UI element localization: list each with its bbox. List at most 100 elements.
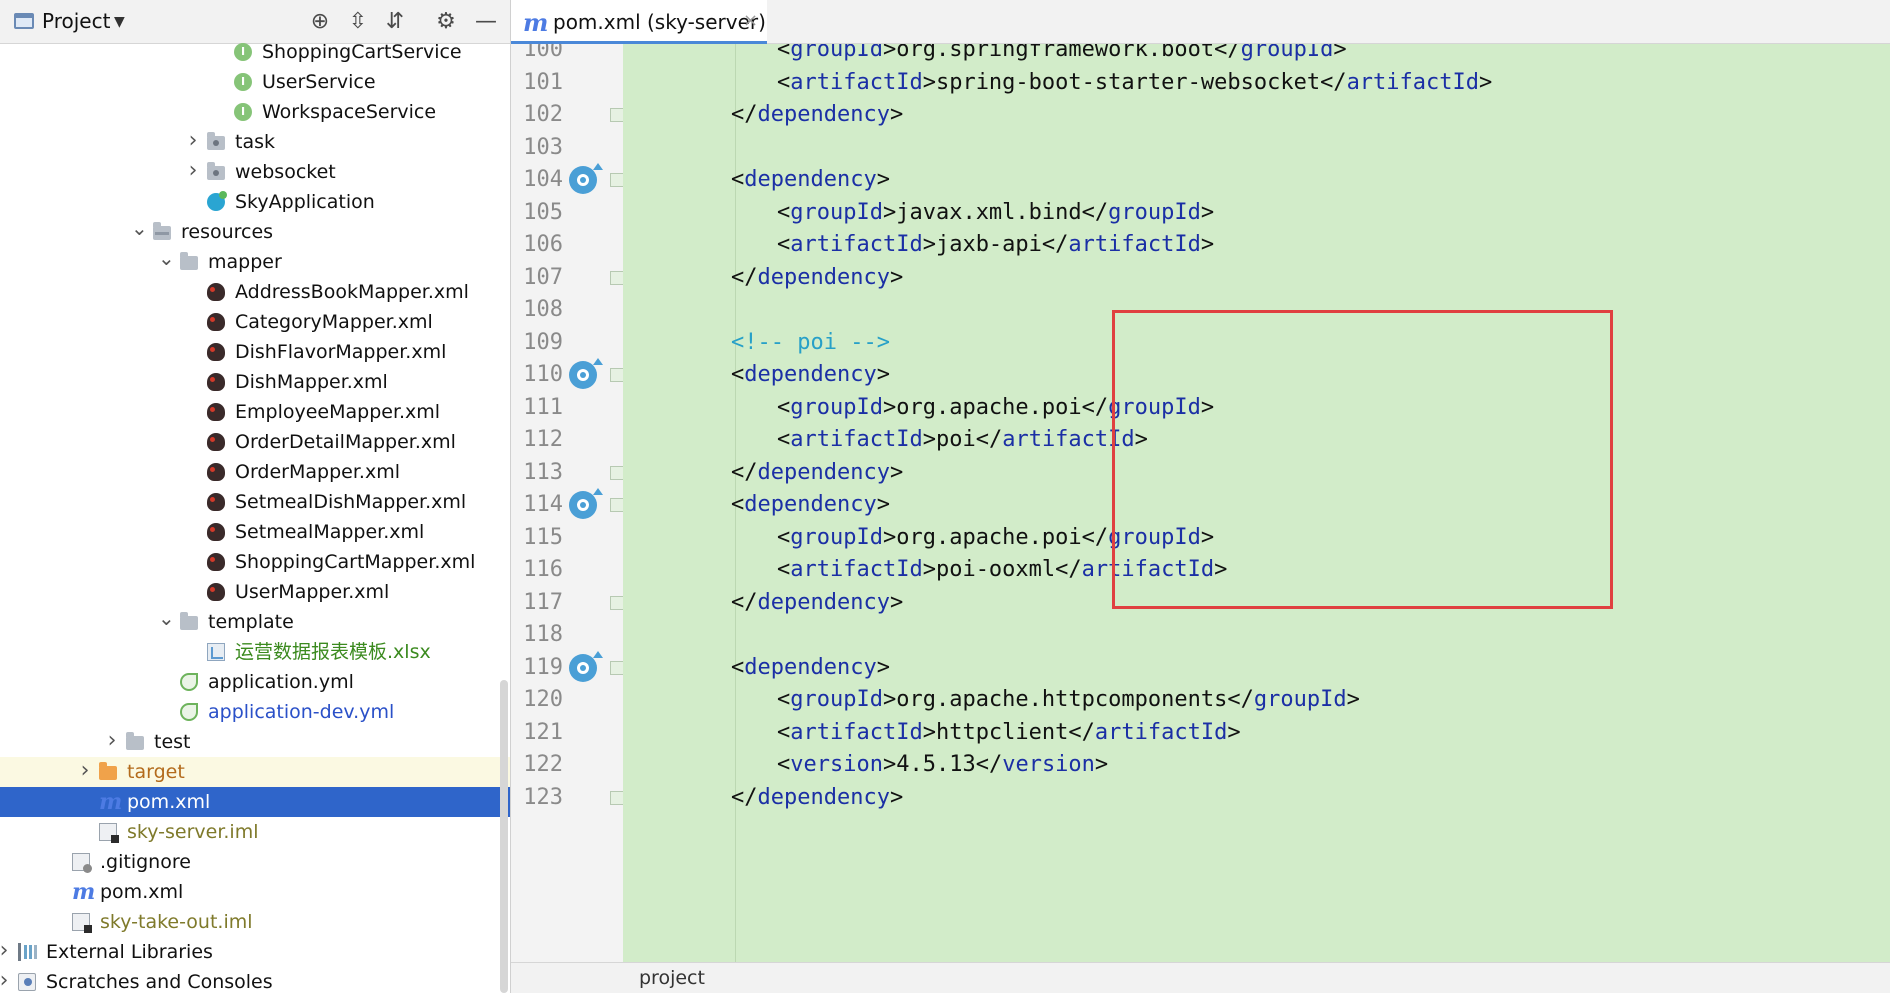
- tree-item[interactable]: › target: [0, 757, 510, 787]
- iml-file-icon: [72, 913, 92, 933]
- tree-item-label: resources: [181, 221, 274, 243]
- bracket: >: [889, 589, 904, 615]
- tree-item[interactable]: I ShoppingCartService: [0, 37, 510, 67]
- chevron-down-icon[interactable]: ⌄: [158, 247, 175, 269]
- tree-item[interactable]: › External Libraries: [0, 937, 510, 967]
- tree-item-label: SkyApplication: [235, 191, 375, 213]
- tree-item-label: .gitignore: [100, 851, 191, 873]
- tree-item[interactable]: sky-server.iml: [0, 817, 510, 847]
- code-editor[interactable]: <groupId>org.springframework.boot</group…: [623, 44, 1890, 962]
- tree-item-label: DishMapper.xml: [235, 371, 388, 393]
- tree-item-label: application-dev.yml: [208, 701, 395, 723]
- bracket: >: [882, 394, 897, 420]
- xml-tag: version: [1002, 752, 1095, 777]
- folder-icon: [126, 732, 144, 750]
- xml-tag: artifactId: [790, 232, 923, 257]
- tree-item-label: 运营数据报表模板.xlsx: [235, 641, 431, 663]
- tree-item[interactable]: 运营数据报表模板.xlsx: [0, 637, 510, 667]
- tree-item[interactable]: ⌄ resources: [0, 217, 510, 247]
- close-icon[interactable]: ×: [743, 10, 758, 31]
- fold-marker-icon[interactable]: [610, 368, 623, 382]
- tree-item[interactable]: UserMapper.xml: [0, 577, 510, 607]
- arrow-up-icon: [593, 650, 603, 658]
- maven-dependency-icon[interactable]: [569, 491, 597, 519]
- mybatis-xml-icon: [207, 463, 225, 481]
- bracket: >: [889, 459, 904, 485]
- minimize-icon[interactable]: —: [472, 8, 500, 36]
- tree-item[interactable]: SetmealDishMapper.xml: [0, 487, 510, 517]
- bracket: </: [975, 427, 1003, 452]
- tree-item[interactable]: › websocket: [0, 157, 510, 187]
- xml-tag: groupId: [790, 199, 883, 225]
- tree-item[interactable]: I UserService: [0, 67, 510, 97]
- bracket: <: [777, 69, 791, 95]
- chevron-right-icon[interactable]: ›: [0, 937, 12, 965]
- tree-item[interactable]: EmployeeMapper.xml: [0, 397, 510, 427]
- maven-dependency-icon[interactable]: [569, 361, 597, 389]
- spring-boot-class-icon: [207, 191, 227, 211]
- tree-item[interactable]: application-dev.yml: [0, 697, 510, 727]
- tree-item[interactable]: ⌄ mapper: [0, 247, 510, 277]
- tree-item[interactable]: m pom.xml: [0, 787, 510, 817]
- tree-item[interactable]: application.yml: [0, 667, 510, 697]
- tree-item[interactable]: › test: [0, 727, 510, 757]
- fold-marker-icon[interactable]: [610, 173, 623, 187]
- tree-item-label: CategoryMapper.xml: [235, 311, 433, 333]
- tree-item[interactable]: m pom.xml: [0, 877, 510, 907]
- bracket: </: [1081, 199, 1109, 225]
- bracket: <: [777, 44, 791, 62]
- fold-marker-icon[interactable]: [610, 270, 623, 285]
- chevron-right-icon[interactable]: ›: [77, 757, 93, 785]
- tree-item[interactable]: ⌄ template: [0, 607, 510, 637]
- xml-text: poi: [935, 427, 976, 452]
- breadcrumb[interactable]: project: [639, 967, 705, 989]
- chevron-right-icon[interactable]: ›: [0, 967, 12, 993]
- bracket: <: [731, 362, 745, 387]
- tree-scrollbar[interactable]: [500, 680, 508, 993]
- tree-item[interactable]: .gitignore: [0, 847, 510, 877]
- tree-item[interactable]: OrderMapper.xml: [0, 457, 510, 487]
- expand-all-icon[interactable]: ⇳: [344, 8, 372, 36]
- fold-marker-icon[interactable]: [610, 790, 623, 805]
- tree-item[interactable]: CategoryMapper.xml: [0, 307, 510, 337]
- fold-marker-icon[interactable]: [610, 595, 623, 610]
- chevron-down-icon[interactable]: ⌄: [131, 217, 148, 239]
- tree-item[interactable]: SetmealMapper.xml: [0, 517, 510, 547]
- chevron-right-icon[interactable]: ›: [104, 727, 120, 755]
- bracket: >: [1200, 199, 1215, 225]
- tree-item[interactable]: › task: [0, 127, 510, 157]
- tree-item[interactable]: AddressBookMapper.xml: [0, 277, 510, 307]
- chevron-down-icon[interactable]: ⌄: [158, 607, 175, 629]
- tree-item[interactable]: › Scratches and Consoles: [0, 967, 510, 993]
- xml-tag: dependency: [744, 492, 877, 517]
- chevron-right-icon[interactable]: ›: [185, 157, 201, 185]
- fold-marker-icon[interactable]: [610, 660, 623, 675]
- fold-marker-icon[interactable]: [610, 108, 623, 122]
- collapse-all-icon[interactable]: ⇵: [381, 8, 409, 36]
- tree-item[interactable]: DishMapper.xml: [0, 367, 510, 397]
- maven-dependency-icon[interactable]: [569, 653, 597, 682]
- tree-item[interactable]: I WorkspaceService: [0, 97, 510, 127]
- xml-tag: dependency: [757, 784, 890, 810]
- fold-marker-icon[interactable]: [610, 465, 623, 480]
- xml-text: httpclient: [935, 719, 1069, 745]
- chevron-right-icon[interactable]: ›: [185, 127, 201, 155]
- mybatis-xml-icon: [207, 343, 225, 361]
- tree-item[interactable]: DishFlavorMapper.xml: [0, 337, 510, 367]
- tree-item[interactable]: sky-take-out.iml: [0, 907, 510, 937]
- tree-item[interactable]: OrderDetailMapper.xml: [0, 427, 510, 457]
- bracket: >: [1214, 557, 1228, 582]
- chevron-down-icon[interactable]: ▼: [114, 14, 125, 30]
- tree-item[interactable]: SkyApplication: [0, 187, 510, 217]
- maven-dependency-icon[interactable]: [569, 166, 597, 194]
- bracket: <: [777, 394, 791, 420]
- fold-marker-icon[interactable]: [610, 498, 623, 512]
- yml-file-icon: [180, 673, 198, 691]
- project-view-selector[interactable]: Project: [42, 9, 110, 33]
- tree-item[interactable]: ShoppingCartMapper.xml: [0, 547, 510, 577]
- xml-text: org.apache.poi: [896, 524, 1082, 550]
- locate-file-icon[interactable]: ⊕: [306, 8, 334, 36]
- editor-tab-pom[interactable]: m pom.xml (sky-server) ×: [511, 0, 767, 44]
- resources-folder-icon: [153, 222, 171, 240]
- gear-icon[interactable]: ⚙: [432, 8, 460, 36]
